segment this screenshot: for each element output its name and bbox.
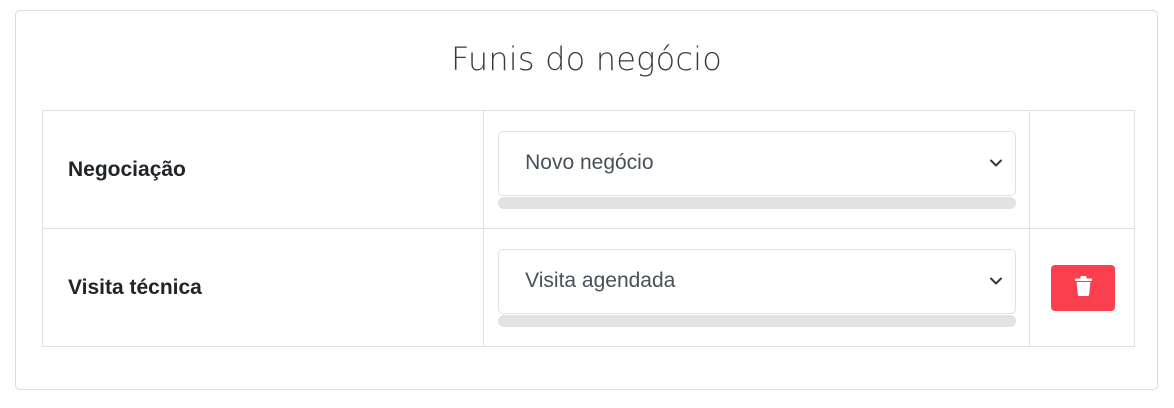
stage-progress-bar [498, 196, 1017, 209]
stage-select-value: Visita agendada [525, 269, 676, 292]
stage-select-value: Novo negócio [525, 151, 654, 174]
table-row: Negociação Novo negócio [41, 110, 1135, 229]
funnel-name: Negociação [68, 157, 186, 181]
funnel-name: Visita técnica [68, 275, 202, 299]
stage-select[interactable]: Novo negócio [498, 130, 1017, 196]
chevron-down-icon [989, 156, 1003, 170]
funnel-name-cell: Negociação [41, 110, 485, 229]
trash-icon [1074, 276, 1092, 299]
stage-progress-bar [498, 314, 1017, 327]
business-funnels-card: Funis do negócio Negociação Novo negócio [15, 10, 1158, 390]
table-row: Visita técnica Visita agendada [41, 228, 1135, 347]
stage-select[interactable]: Visita agendada [498, 248, 1017, 314]
action-cell [1029, 228, 1135, 347]
stage-cell: Novo negócio [483, 110, 1031, 229]
chevron-down-icon [989, 274, 1003, 288]
stage-cell: Visita agendada [483, 228, 1031, 347]
action-cell [1029, 110, 1135, 229]
card-title: Funis do negócio [450, 40, 723, 78]
delete-funnel-button[interactable] [1051, 264, 1116, 311]
funnels-table: Negociação Novo negócio Visita técnica V… [41, 110, 1135, 347]
funnel-name-cell: Visita técnica [41, 228, 485, 347]
